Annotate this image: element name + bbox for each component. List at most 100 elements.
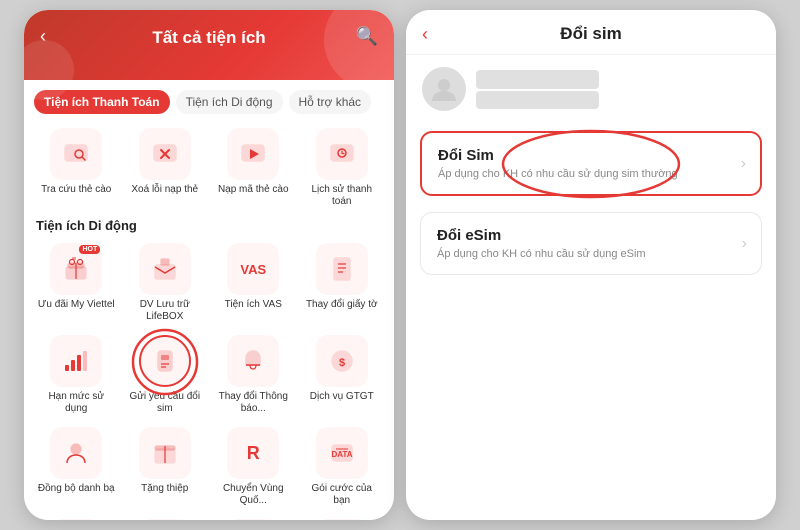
search-card-icon (62, 140, 90, 168)
icon-box-xoa-loi (139, 128, 191, 180)
icon-uu-dai[interactable]: HOT Ưu đãi My Viettel (37, 243, 115, 323)
service-icon: $ (328, 347, 356, 375)
chevron-icon-1: › (741, 155, 746, 173)
icon-box-lich-su (316, 128, 368, 180)
tab-ho-tro[interactable]: Hỗ trợ khác (289, 90, 372, 114)
label-lich-su: Lịch sử thanh toán (303, 184, 381, 208)
icon-box-uu-dai: HOT (50, 243, 102, 295)
icon-vas[interactable]: VAS Tiện ích VAS (214, 243, 292, 323)
profile-section (406, 55, 776, 123)
doi-sim-desc: Áp dụng cho KH có nhu cầu sử dụng sim th… (438, 168, 744, 180)
screen2-header: ‹ Đổi sim (406, 10, 776, 55)
profile-phone (476, 70, 599, 89)
deco-circle-1 (324, 10, 394, 90)
label-giay-to: Thay đổi giấy tờ (306, 299, 378, 311)
mobile-icons-row4: 4G Mời đổi máy 4G gic Gói cho giới trẻ ₫ (24, 511, 394, 520)
back-button-2[interactable]: ‹ (422, 24, 428, 45)
icon-chuyen-vung[interactable]: R Chuyển Vùng Quố... (214, 427, 292, 507)
icon-box-nap-ma (227, 128, 279, 180)
label-tang-thiep: Tặng thiệp (141, 483, 188, 495)
label-nap-ma: Nạp mã thẻ cào (218, 184, 289, 196)
icon-box-lifebox (139, 243, 191, 295)
delete-card-icon (151, 140, 179, 168)
icon-chuyen-tra-sau[interactable]: ₫ Chuyển trả sau (214, 519, 292, 520)
svg-text:$: $ (339, 357, 345, 369)
icon-box-goi-cuoc: DATA (316, 427, 368, 479)
doi-esim-desc: Áp dụng cho KH có nhu cầu sử dụng eSim (437, 248, 745, 260)
icon-box-giay-to (316, 243, 368, 295)
user-avatar-icon (430, 75, 458, 103)
icon-gtgt[interactable]: $ Dịch vụ GTGT (303, 335, 381, 415)
notification-icon (239, 347, 267, 375)
doi-sim-title: Đổi Sim (438, 147, 744, 164)
payment-icons-row: Tra cứu thẻ cào Xoá lỗi nạp thẻ (24, 120, 394, 212)
mobile-icons-row1: HOT Ưu đãi My Viettel DV Lưu trữ LifeBOX (24, 235, 394, 327)
mobile-section-title: Tiện ích Di động (24, 212, 394, 235)
profile-name (476, 91, 599, 109)
box-icon (151, 255, 179, 283)
signal-icon (62, 347, 90, 375)
mobile-icons-row2: Hạn mức sử dụng (24, 327, 394, 419)
profile-info (476, 70, 599, 109)
icon-lifebox[interactable]: DV Lưu trữ LifeBOX (126, 243, 204, 323)
label-chuyen-vung: Chuyển Vùng Quố... (214, 483, 292, 507)
label-xoa-loi: Xoá lỗi nạp thẻ (131, 184, 198, 196)
icon-box-tra-cuu (50, 128, 102, 180)
icon-danh-ba[interactable]: Đồng bộ danh bạ (37, 427, 115, 507)
icon-xoa-loi[interactable]: Xoá lỗi nạp thẻ (126, 128, 204, 208)
icon-goi-cuoc[interactable]: DATA Gói cước của bạn (303, 427, 381, 507)
svg-text:DATA: DATA (331, 450, 352, 459)
icon-box-thong-bao (227, 335, 279, 387)
icon-box-tang-thiep (139, 427, 191, 479)
icon-han-muc[interactable]: Hạn mức sử dụng (37, 335, 115, 415)
data-package-icon: DATA (328, 439, 356, 467)
screen1-content: Tiện ích Thanh Toán Tiện ích Di động Hỗ … (24, 80, 394, 520)
menu-item-doi-esim[interactable]: Đổi eSim Áp dụng cho KH có nhu cầu sử dụ… (420, 212, 762, 275)
icon-box-vas: VAS (227, 243, 279, 295)
icon-box-han-muc (50, 335, 102, 387)
icon-tang-thiep[interactable]: Tặng thiệp (126, 427, 204, 507)
topup-card-icon (239, 140, 267, 168)
tabs-row: Tiện ích Thanh Toán Tiện ích Di động Hỗ … (24, 80, 394, 120)
icon-goi-tre[interactable]: gic Gói cho giới trẻ (126, 519, 204, 520)
icon-box-moi-chuyen (316, 519, 368, 520)
label-doi-sim-request: Gửi yêu cầu đổi sim (126, 391, 204, 415)
icon-thong-bao[interactable]: Thay đổi Thông báo... (214, 335, 292, 415)
icon-box-goi-tre: gic (139, 519, 191, 520)
icon-box-gtgt: $ (316, 335, 368, 387)
icon-moi-doi-may[interactable]: 4G Mời đổi máy 4G (37, 519, 115, 520)
chevron-icon-2: › (742, 235, 747, 253)
icon-nap-ma[interactable]: Nạp mã thẻ cào (214, 128, 292, 208)
back-button[interactable]: ‹ (40, 26, 46, 47)
label-danh-ba: Đồng bộ danh bạ (38, 483, 115, 495)
icon-giay-to[interactable]: Thay đổi giấy tờ (303, 243, 381, 323)
menu-item-doi-sim[interactable]: Đổi Sim Áp dụng cho KH có nhu cầu sử dụn… (420, 131, 762, 196)
gift-icon (62, 255, 90, 283)
screen1-header: ‹ Tất cả tiện ích 🔍 (24, 10, 394, 80)
label-uu-dai: Ưu đãi My Viettel (38, 299, 115, 311)
avatar (422, 67, 466, 111)
screen-doi-sim: ‹ Đổi sim (406, 10, 776, 520)
document-icon (328, 255, 356, 283)
doi-esim-title: Đổi eSim (437, 227, 745, 244)
icon-box-chuyen-vung: R (227, 427, 279, 479)
icon-box-moi-doi-may: 4G (50, 519, 102, 520)
icon-tra-cuu[interactable]: Tra cứu thẻ cào (37, 128, 115, 208)
search-icon[interactable]: 🔍 (356, 26, 378, 47)
history-icon (328, 140, 356, 168)
label-thong-bao: Thay đổi Thông báo... (214, 391, 292, 415)
screen-all-utilities: ‹ Tất cả tiện ích 🔍 Tiện ích Thanh Toán … (24, 10, 394, 520)
card-gift-icon (151, 439, 179, 467)
icon-lich-su[interactable]: Lịch sử thanh toán (303, 128, 381, 208)
label-han-muc: Hạn mức sử dụng (37, 391, 115, 415)
icon-moi-chuyen[interactable]: Mời chuyển trả sau (303, 519, 381, 520)
icon-doi-sim-request[interactable]: Gửi yêu cầu đổi sim (126, 335, 204, 415)
contacts-icon (62, 439, 90, 467)
tab-di-dong[interactable]: Tiện ích Di động (176, 90, 283, 114)
label-tra-cuu: Tra cứu thẻ cào (41, 184, 111, 196)
icon-box-danh-ba (50, 427, 102, 479)
label-lifebox: DV Lưu trữ LifeBOX (126, 299, 204, 323)
icon-box-chuyen-tra-sau: ₫ (227, 519, 279, 520)
sim-swap-icon (151, 347, 179, 375)
screen2-title: Đổi sim (560, 24, 621, 44)
